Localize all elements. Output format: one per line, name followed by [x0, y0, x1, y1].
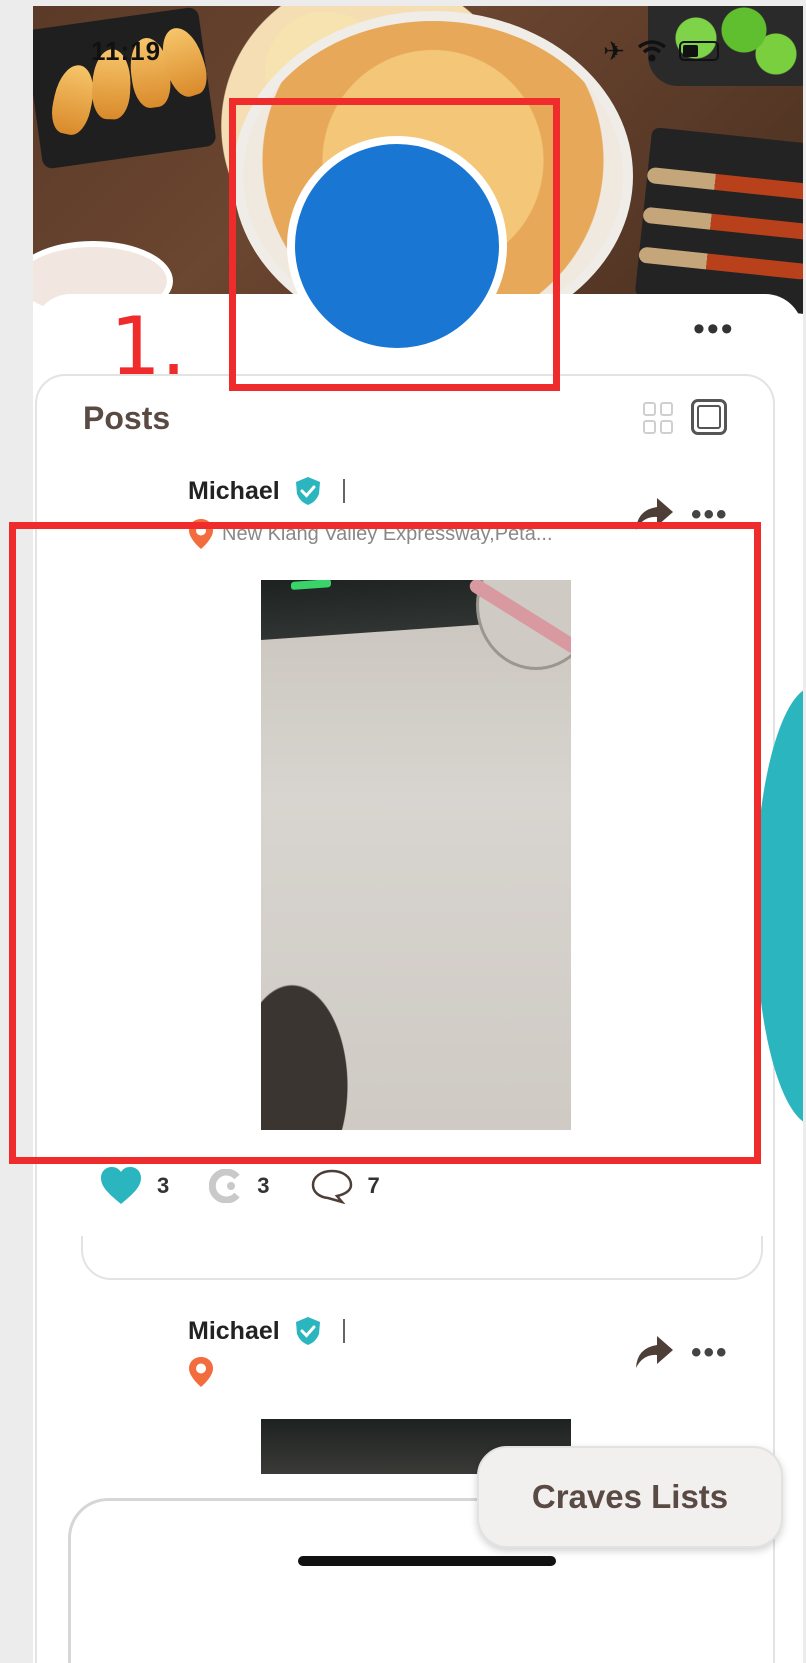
verified-badge-icon [296, 477, 321, 505]
verified-badge-icon [296, 1317, 321, 1345]
post-reactions: 3 3 7 [99, 1166, 420, 1206]
post-header-2: Michael [188, 1316, 345, 1346]
post-author-2[interactable]: Michael [188, 1317, 280, 1346]
status-icons: ✈ [603, 38, 719, 64]
battery-icon [678, 41, 719, 61]
home-indicator[interactable] [298, 1556, 556, 1566]
craves-lists-button[interactable]: Craves Lists [477, 1446, 783, 1548]
comment-count: 7 [367, 1173, 380, 1198]
wifi-icon [637, 40, 666, 62]
post-author[interactable]: Michael [188, 477, 280, 506]
post-location-2[interactable] [188, 1356, 612, 1388]
yakitori-tray-illustration [634, 127, 803, 315]
share-icon[interactable] [633, 1334, 675, 1370]
annotation-label: 1. [110, 300, 187, 393]
annotation-box-avatar [229, 98, 560, 391]
single-view-icon[interactable] [691, 399, 727, 435]
recrave-icon [209, 1169, 240, 1203]
profile-more-icon[interactable]: ••• [693, 312, 735, 346]
like-button[interactable]: 3 [99, 1166, 169, 1206]
recrave-count: 3 [257, 1173, 270, 1198]
header-divider [342, 479, 345, 503]
status-time: 11:19 [91, 36, 162, 66]
header-divider [342, 1319, 345, 1343]
comment-icon [311, 1169, 352, 1204]
like-count: 3 [157, 1173, 170, 1198]
posts-title: Posts [83, 400, 171, 436]
location-pin-icon [189, 1357, 213, 1387]
grid-view-icon[interactable] [643, 402, 673, 434]
recrave-button[interactable]: 3 [209, 1169, 270, 1203]
post-card-bottom [81, 1236, 763, 1280]
airplane-mode-icon: ✈ [603, 36, 625, 66]
post-more-icon[interactable]: ••• [691, 1336, 729, 1370]
gyoza-tray-illustration [33, 6, 217, 170]
post-header: Michael [188, 476, 345, 506]
annotation-box-post [9, 522, 761, 1164]
heart-icon [101, 1167, 141, 1204]
comment-button[interactable]: 7 [310, 1168, 380, 1204]
